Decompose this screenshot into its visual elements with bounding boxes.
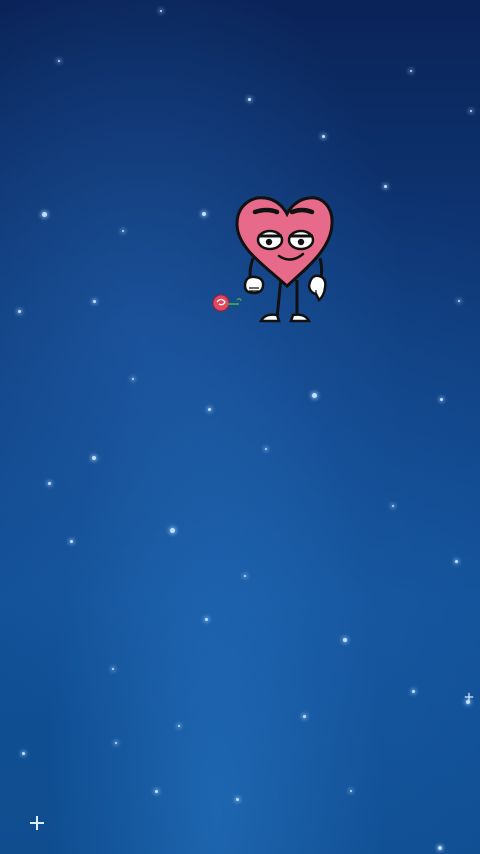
star: [350, 790, 352, 792]
star: [412, 690, 415, 693]
star: [93, 300, 96, 303]
star: [236, 798, 239, 801]
star: [303, 715, 306, 718]
star: [322, 135, 325, 138]
starry-background: [0, 0, 480, 854]
star: [132, 378, 134, 380]
star: [392, 505, 394, 507]
star: [458, 300, 460, 302]
star: [22, 752, 25, 755]
star: [208, 408, 211, 411]
star: [18, 310, 21, 313]
star: [48, 482, 51, 485]
star: [244, 575, 246, 577]
rose-icon: [212, 294, 242, 312]
star: [160, 10, 162, 12]
star: [42, 212, 47, 217]
star: [470, 110, 472, 112]
star: [112, 668, 114, 670]
star: [343, 638, 347, 642]
right-hand: [307, 274, 327, 302]
star: [312, 393, 317, 398]
star: [410, 70, 412, 72]
star: [170, 528, 175, 533]
star: [440, 398, 443, 401]
sparkle-icon: [30, 816, 44, 830]
star: [248, 98, 251, 101]
sparkle-icon: [465, 693, 473, 701]
star: [178, 725, 180, 727]
star: [455, 560, 458, 563]
star: [155, 790, 158, 793]
star: [115, 742, 117, 744]
star: [438, 846, 442, 850]
star: [70, 540, 73, 543]
star: [384, 185, 387, 188]
heart-character-icon: [205, 190, 340, 330]
star: [58, 60, 60, 62]
star: [92, 456, 96, 460]
left-hand: [243, 275, 265, 295]
star: [122, 230, 124, 232]
star: [205, 618, 208, 621]
star: [265, 448, 267, 450]
